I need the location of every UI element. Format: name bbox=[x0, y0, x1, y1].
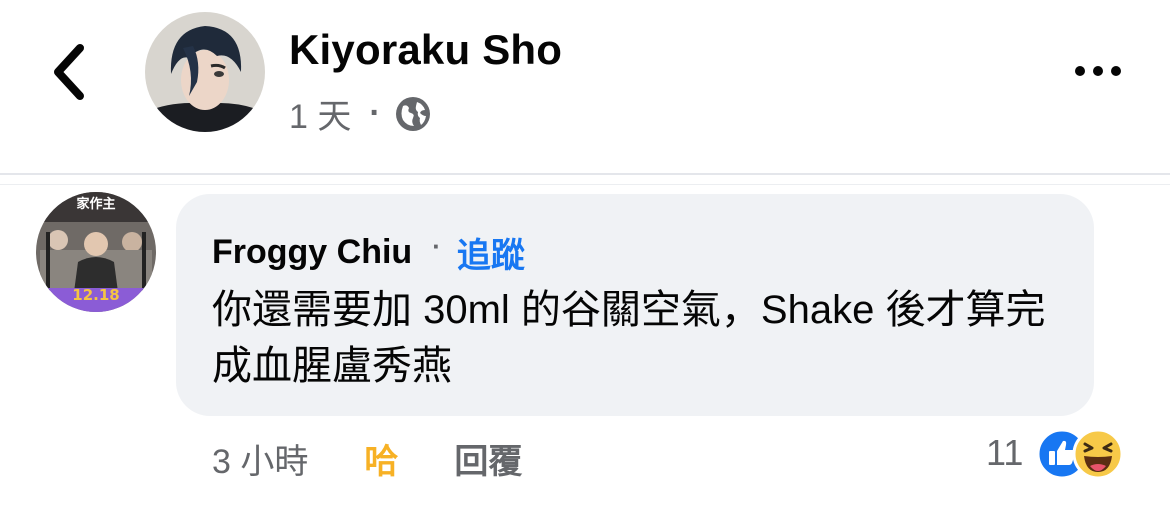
reaction-summary[interactable]: 11 bbox=[986, 428, 1146, 480]
globe-icon bbox=[395, 97, 430, 131]
haha-icon bbox=[1072, 428, 1124, 480]
chevron-left-icon[interactable] bbox=[44, 38, 100, 106]
comment-text: 你還需要加 30ml 的谷關空氣，Shake 後才算完成血腥盧秀燕 bbox=[212, 288, 1046, 388]
comment-time[interactable]: 3 小時 bbox=[212, 434, 308, 483]
reaction-button[interactable]: 哈 bbox=[364, 434, 398, 483]
post-meta: 1 天 · bbox=[289, 90, 431, 136]
comment-separator: · bbox=[432, 230, 441, 261]
section-divider bbox=[0, 184, 1170, 185]
author-avatar[interactable] bbox=[145, 12, 265, 132]
commenter-name[interactable]: Froggy Chiu bbox=[212, 233, 412, 272]
comment-header: Froggy Chiu · 追蹤 bbox=[212, 228, 525, 276]
header-divider bbox=[0, 173, 1170, 175]
reply-button[interactable]: 回覆 bbox=[454, 434, 522, 483]
meta-separator: · bbox=[369, 93, 381, 132]
post-time[interactable]: 1 天 bbox=[289, 89, 351, 138]
comment-bubble: Froggy Chiu · 追蹤 你還需要加 30ml 的谷關空氣，Shake … bbox=[176, 194, 1094, 416]
reaction-count: 11 bbox=[986, 432, 1024, 473]
comment-actions: 3 小時 哈 回覆 bbox=[212, 432, 522, 484]
avatar-badge: 12.18 bbox=[72, 286, 119, 304]
follow-button[interactable]: 追蹤 bbox=[457, 228, 525, 277]
author-name[interactable]: Kiyoraku Sho bbox=[289, 26, 562, 74]
more-dots-icon[interactable] bbox=[1068, 48, 1128, 94]
post-header: Kiyoraku Sho 1 天 · bbox=[0, 0, 1170, 172]
commenter-avatar[interactable]: 家作主 12.18 bbox=[36, 192, 156, 312]
svg-text:家作主: 家作主 bbox=[76, 196, 115, 212]
